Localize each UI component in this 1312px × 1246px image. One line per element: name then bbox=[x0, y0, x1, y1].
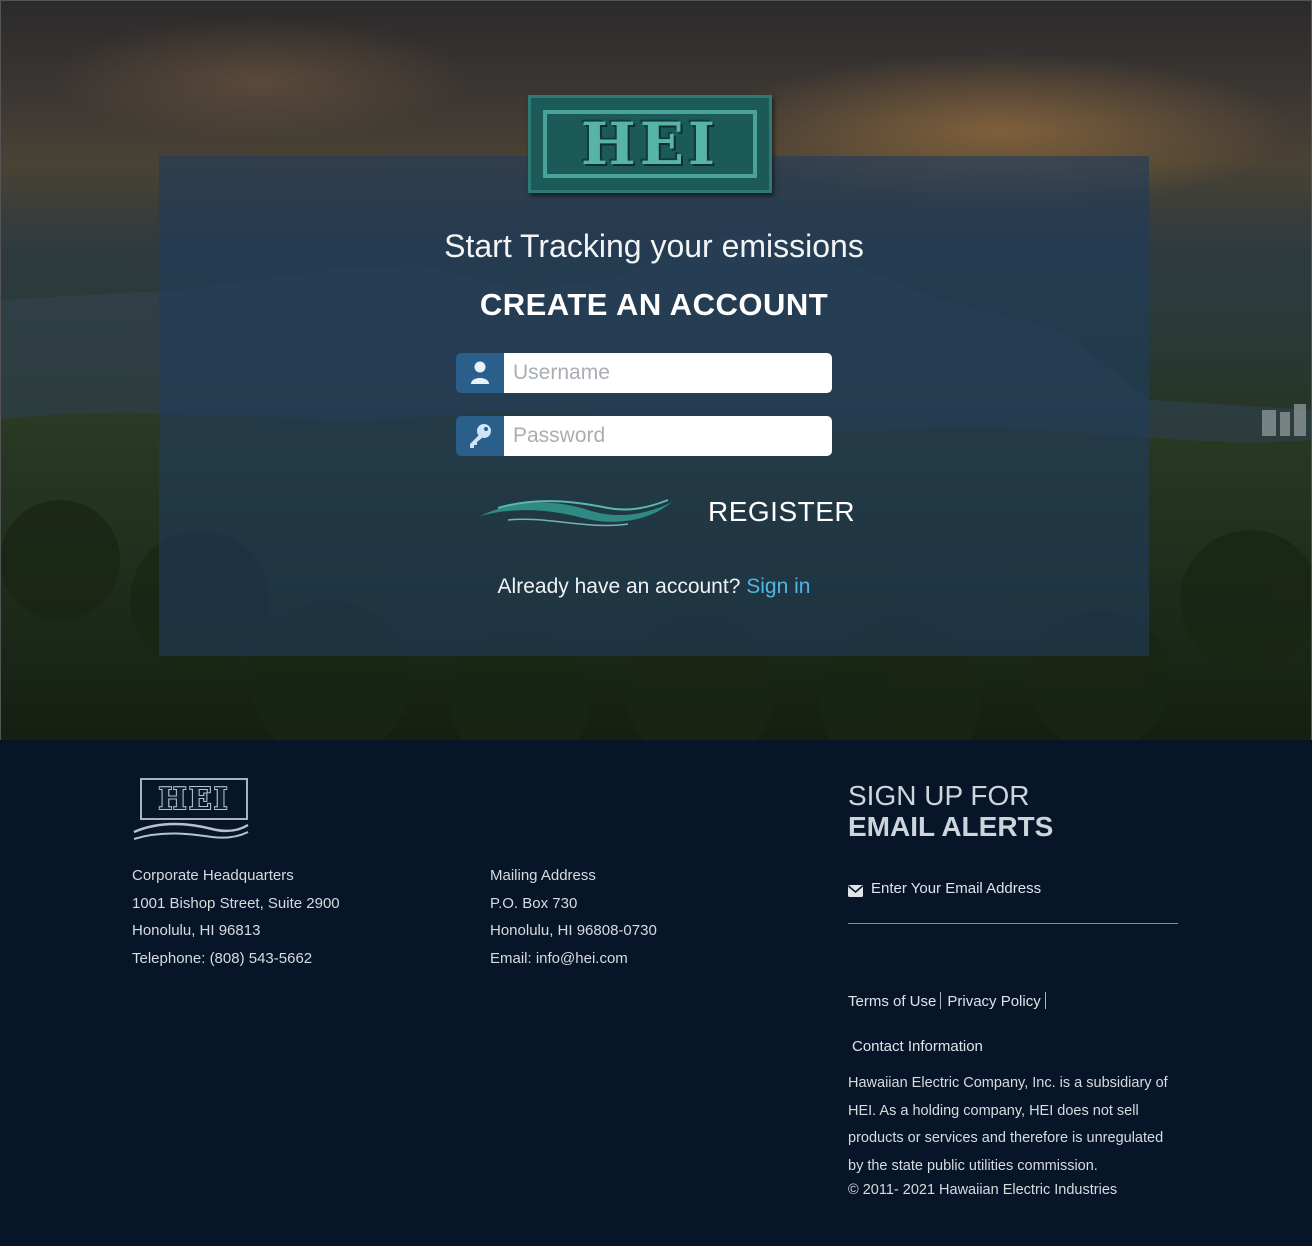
footer-wave-icon bbox=[133, 822, 249, 840]
mailing-city: Honolulu, HI 96808-0730 bbox=[490, 922, 657, 939]
terms-link[interactable]: Terms of Use bbox=[848, 993, 936, 1010]
register-button[interactable]: REGISTER bbox=[708, 496, 855, 528]
signin-link[interactable]: Sign in bbox=[746, 575, 810, 598]
privacy-link[interactable]: Privacy Policy bbox=[947, 993, 1040, 1010]
hei-logo: HEI bbox=[528, 95, 772, 193]
email-signup-field bbox=[848, 880, 1178, 924]
signin-prompt: Already have an account? Sign in bbox=[159, 575, 1149, 599]
password-input[interactable] bbox=[504, 416, 832, 456]
username-field bbox=[456, 353, 832, 393]
signup-line1: SIGN UP FOR bbox=[848, 780, 1030, 811]
footer-links: Terms of Use Privacy Policy bbox=[848, 992, 1052, 1010]
footer-logo: HEI bbox=[132, 778, 250, 847]
footer: HEI Corporate Headquarters 1001 Bishop S… bbox=[0, 740, 1312, 1246]
link-divider bbox=[1044, 992, 1046, 1009]
about-text: Hawaiian Electric Company, Inc. is a sub… bbox=[848, 1075, 1168, 1174]
headquarters-phone: Telephone: (808) 543-5662 bbox=[132, 949, 313, 967]
email-signup-heading: SIGN UP FOR EMAIL ALERTS bbox=[848, 780, 1053, 842]
signup-line2: EMAIL ALERTS bbox=[848, 811, 1054, 842]
mailing-block: Mailing Address P.O. Box 730 Honolulu, H… bbox=[490, 862, 657, 972]
mailing-title: Mailing Address bbox=[490, 867, 596, 884]
mailing-box: P.O. Box 730 bbox=[490, 894, 578, 912]
copyright: © 2011- 2021 Hawaiian Electric Industrie… bbox=[848, 1182, 1118, 1198]
tagline: Start Tracking your emissions bbox=[444, 228, 864, 264]
hero-section: HEI Start Tracking your emissions CREATE… bbox=[0, 0, 1312, 740]
headquarters-title: Corporate Headquarters bbox=[132, 867, 294, 884]
already-text: Already have an account? bbox=[497, 575, 741, 598]
headquarters-block: Corporate Headquarters 1001 Bishop Stree… bbox=[132, 862, 340, 972]
username-input[interactable] bbox=[504, 353, 832, 393]
page-title: CREATE AN ACCOUNT bbox=[479, 287, 829, 322]
key-icon bbox=[456, 416, 504, 456]
password-field bbox=[456, 416, 832, 456]
user-icon bbox=[456, 353, 504, 393]
wave-decoration-icon bbox=[480, 499, 672, 527]
contact-link[interactable]: Contact Information bbox=[852, 1038, 983, 1055]
mailing-email: Email: info@hei.com bbox=[490, 949, 628, 967]
envelope-icon bbox=[848, 885, 863, 897]
logo-text: HEI bbox=[580, 110, 720, 178]
headquarters-city: Honolulu, HI 96813 bbox=[132, 922, 261, 939]
headquarters-street: 1001 Bishop Street, Suite 2900 bbox=[132, 894, 340, 912]
footer-logo-text: HEI bbox=[158, 781, 230, 817]
link-divider bbox=[940, 992, 942, 1009]
email-input[interactable] bbox=[871, 880, 1161, 897]
